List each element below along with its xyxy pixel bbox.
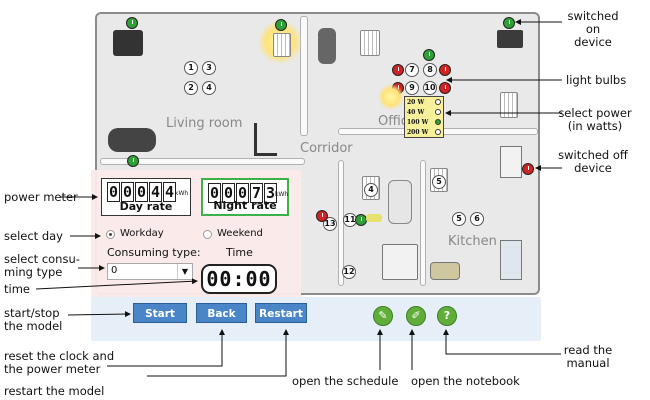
bulb-3[interactable]: 3 <box>202 61 216 75</box>
desk-lamp[interactable] <box>254 123 277 156</box>
power-select-box[interactable]: 20 W 40 W 100 W 200 W <box>404 96 444 138</box>
day-digit-3: 0 <box>135 182 148 202</box>
power-option-100[interactable]: 100 W <box>407 119 428 126</box>
callout-start-stop: start/stop the model <box>4 306 63 333</box>
day-meter-digits: 0 0 0 4 4 <box>107 182 176 202</box>
stereo-clock-icon[interactable] <box>127 155 139 167</box>
callout-select-power: select power (in watts) <box>558 106 632 133</box>
power-radio-20[interactable] <box>435 99 441 105</box>
bulb-9[interactable]: 9 <box>405 81 419 95</box>
bulb-13-clock-icon[interactable] <box>316 210 328 222</box>
workday-label[interactable]: Workday <box>120 228 164 239</box>
stereo-device[interactable] <box>108 128 156 152</box>
laptop-clock-icon[interactable] <box>503 17 515 29</box>
workday-radio[interactable] <box>106 230 115 239</box>
hairdryer-device[interactable] <box>366 214 382 222</box>
tv-device[interactable] <box>113 30 143 56</box>
consuming-type-select[interactable]: 0 ▼ <box>107 263 193 280</box>
callout-time: time <box>4 282 30 296</box>
night-rate-label: Night rate <box>213 199 277 212</box>
day-digit-1: 0 <box>107 182 120 202</box>
bulb-4[interactable]: 4 <box>202 81 216 95</box>
washing-machine-device[interactable] <box>382 244 418 280</box>
callout-manual: read the manual <box>563 343 613 370</box>
wall-bathroom-right <box>420 160 426 286</box>
power-option-20[interactable]: 20 W <box>407 99 424 106</box>
power-option-200[interactable]: 200 W <box>407 129 428 136</box>
bulb-7[interactable]: 7 <box>405 63 419 77</box>
bulb-8-clock-icon[interactable] <box>423 49 435 61</box>
bulb-8[interactable]: 8 <box>423 63 437 77</box>
time-display: 00:00 <box>201 264 277 294</box>
callout-power-meter: power meter <box>4 190 78 204</box>
callout-switched-off: switched off device <box>558 148 628 175</box>
day-unit: kWh <box>175 190 189 197</box>
vacuum-device[interactable] <box>318 28 336 64</box>
manual-button[interactable]: ? <box>437 306 457 326</box>
callout-schedule: open the schedule <box>292 374 399 388</box>
bulb-12[interactable]: 12 <box>342 265 356 279</box>
night-unit: kWh <box>275 191 289 198</box>
callout-light-bulbs: light bulbs <box>566 73 627 87</box>
bulb-5[interactable]: 5 <box>452 212 466 226</box>
power-radio-200[interactable] <box>435 129 441 135</box>
power-meter-night: 0 0 0 7 3 kWh Night rate <box>201 178 289 216</box>
bulb-2[interactable]: 2 <box>184 81 198 95</box>
room-label-living: Living room <box>166 116 243 131</box>
callout-select-day: select day <box>4 229 63 243</box>
back-button[interactable]: Back <box>196 303 247 323</box>
callout-switched-on: switched on device <box>567 9 619 49</box>
weekend-radio[interactable] <box>203 230 212 239</box>
callout-restart: restart the model <box>4 384 105 398</box>
laptop-device[interactable] <box>497 30 523 48</box>
callout-reset: reset the clock and the power meter <box>4 349 115 376</box>
consuming-type-value: 0 <box>111 265 118 276</box>
wrench-icon: ✎ <box>378 309 388 322</box>
bulb-10-clock-icon[interactable] <box>439 82 451 94</box>
radiator-3[interactable] <box>500 92 518 118</box>
power-meter-day: 0 0 0 4 4 kWh Day rate <box>101 178 191 216</box>
notebook-button[interactable]: ✐ <box>406 306 426 326</box>
stove-device[interactable] <box>500 146 522 178</box>
wall-corridor-top <box>300 16 308 136</box>
day-rate-label: Day rate <box>119 200 173 213</box>
radiator-2[interactable] <box>360 30 380 56</box>
toaster-device[interactable] <box>430 262 460 280</box>
boiler-device[interactable] <box>388 180 412 224</box>
radiator-5-number: 5 <box>432 175 446 189</box>
restart-button[interactable]: Restart <box>255 303 307 323</box>
callout-consuming-type: select consu- ming type <box>4 252 80 279</box>
room-label-kitchen: Kitchen <box>448 234 497 249</box>
callout-notebook: open the notebook <box>411 374 520 388</box>
bulb-office-glow <box>378 84 404 110</box>
stove-clock-icon[interactable] <box>522 163 534 175</box>
time-label: Time <box>226 246 253 259</box>
room-label-corridor: Corridor <box>300 141 353 156</box>
power-option-40[interactable]: 40 W <box>407 109 424 116</box>
bulb-1[interactable]: 1 <box>184 61 198 75</box>
bulb-10[interactable]: 10 <box>423 81 437 95</box>
schedule-button[interactable]: ✎ <box>373 306 393 326</box>
radiator-1[interactable] <box>273 33 291 57</box>
radiator-1-clock-icon[interactable] <box>275 19 287 31</box>
time-value: 00:00 <box>206 267 272 291</box>
chevron-down-icon[interactable]: ▼ <box>177 264 192 279</box>
weekend-label[interactable]: Weekend <box>217 228 263 239</box>
radiator-4-number: 4 <box>364 183 378 197</box>
consuming-type-label: Consuming type: <box>107 246 201 259</box>
pencil-icon: ✐ <box>411 309 421 322</box>
bulb-7-clock-icon[interactable] <box>392 64 404 76</box>
day-digit-4: 4 <box>149 182 162 202</box>
bulb-6[interactable]: 6 <box>470 212 484 226</box>
start-button[interactable]: Start <box>133 303 187 323</box>
bulb-8b-clock-icon[interactable] <box>439 64 451 76</box>
tv-clock-icon[interactable] <box>126 17 138 29</box>
day-digit-2: 0 <box>121 182 134 202</box>
help-icon: ? <box>443 309 451 322</box>
power-radio-100[interactable] <box>435 119 441 125</box>
power-radio-40[interactable] <box>435 109 441 115</box>
fridge-device[interactable] <box>500 240 522 280</box>
